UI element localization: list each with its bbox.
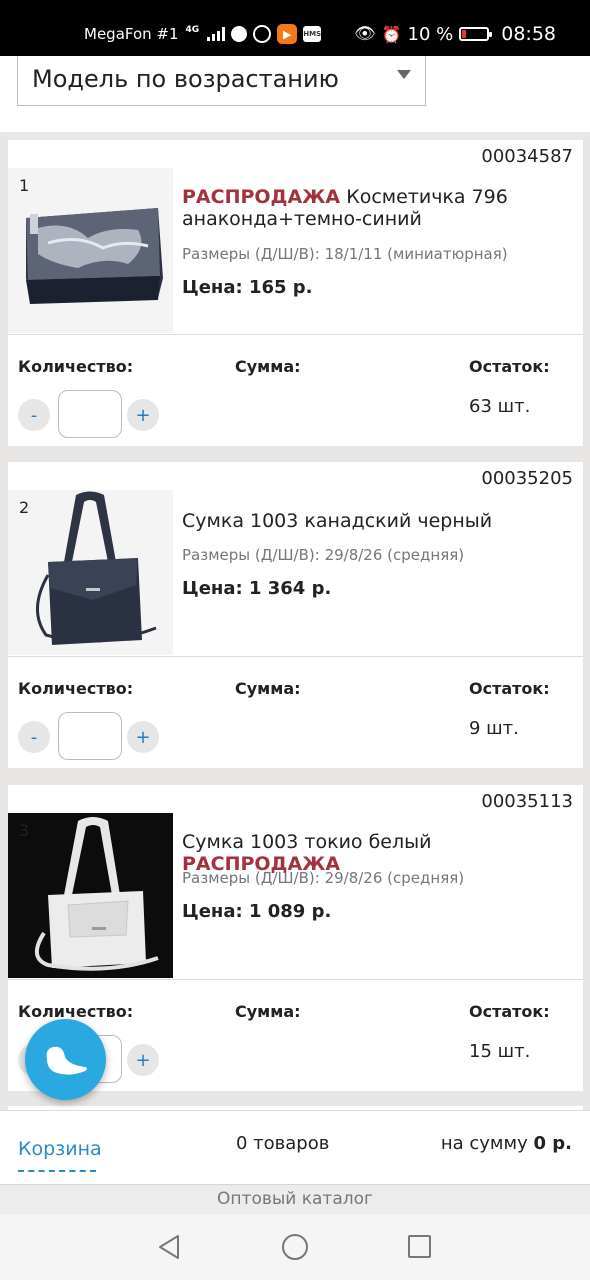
signal-icon: [207, 27, 226, 41]
stock-label: Остаток:: [469, 1002, 550, 1021]
product-sizes: Размеры (Д/Ш/В): 29/8/26 (средняя): [182, 869, 465, 887]
product-card: 00034587 1 РАСПРОДАЖА Косметичка 796 ана…: [8, 140, 583, 446]
product-index: 1: [19, 176, 30, 195]
clock: 08:58: [501, 23, 556, 45]
cart-item-count: 0 товаров: [236, 1133, 330, 1154]
product-price: Цена: 165 р.: [182, 277, 313, 298]
stock-value: 15 шт.: [469, 1041, 531, 1062]
stock-value: 63 шт.: [469, 396, 531, 417]
cart-total-label: на сумму: [440, 1133, 528, 1154]
card-divider: [8, 656, 583, 657]
catalog-bar[interactable]: Оптовый каталог: [0, 1184, 590, 1214]
product-image[interactable]: [8, 168, 173, 333]
status-bar: MegaFon #1 4G ▶ HMS 👁 ⏰ 10 % 08:58: [0, 0, 590, 56]
network-type: 4G: [185, 25, 200, 35]
increase-button[interactable]: +: [127, 721, 159, 753]
product-price: Цена: 1 364 р.: [182, 578, 332, 599]
system-navigation-bar: [0, 1214, 590, 1280]
increase-button[interactable]: +: [127, 1044, 159, 1076]
sort-selected-value: Модель по возрастанию: [32, 65, 339, 93]
sort-area: Модель по возрастанию: [0, 56, 590, 132]
cart-link[interactable]: Корзина: [18, 1138, 102, 1160]
eye-icon: 👁: [353, 24, 376, 44]
cart-bar: Корзина 0 товаров на сумму 0 р.: [0, 1110, 590, 1184]
sale-badge: РАСПРОДАЖА: [182, 186, 341, 208]
battery-icon: [459, 27, 493, 41]
battery-percent: 10 %: [407, 23, 454, 45]
quantity-input[interactable]: [58, 390, 122, 438]
stock-label: Остаток:: [469, 357, 550, 376]
product-index: 2: [19, 498, 30, 517]
product-title[interactable]: Сумка 1003 канадский черный: [182, 510, 577, 532]
chat-bubble-icon: [46, 1046, 87, 1075]
stock-value: 9 шт.: [469, 718, 519, 739]
product-index: 3: [19, 821, 30, 840]
chevron-down-icon: [397, 70, 411, 79]
decrease-button[interactable]: -: [18, 721, 50, 753]
play-icon: ▶: [277, 24, 298, 44]
product-card: 00035205 2 Сумка 1003 канадский черный Р…: [8, 462, 583, 768]
cart-link-underline: [18, 1170, 96, 1172]
status-right: 👁 ⏰ 10 % 08:58: [354, 23, 556, 45]
recent-apps-icon[interactable]: [408, 1235, 431, 1258]
cart-total: на сумму 0 р.: [441, 1133, 572, 1154]
product-name: Сумка 1003 канадский черный: [182, 510, 493, 532]
product-sizes: Размеры (Д/Ш/В): 29/8/26 (средняя): [182, 546, 465, 564]
product-image[interactable]: [8, 813, 173, 978]
quantity-input[interactable]: [58, 712, 122, 760]
hms-icon: HMS: [303, 26, 322, 42]
product-sizes: Размеры (Д/Ш/В): 18/1/11 (миниатюрная): [182, 245, 508, 263]
home-icon[interactable]: [282, 1234, 308, 1260]
card-divider: [8, 334, 583, 335]
quantity-label: Количество:: [18, 679, 134, 698]
product-code: 00035113: [481, 791, 573, 812]
card-divider: [8, 979, 583, 980]
back-icon[interactable]: [157, 1234, 181, 1260]
catalog-label: Оптовый каталог: [217, 1189, 373, 1209]
sum-label: Сумма:: [235, 1002, 301, 1021]
decrease-button[interactable]: -: [18, 399, 50, 431]
product-title[interactable]: РАСПРОДАЖА Косметичка 796 анаконда+темно…: [182, 186, 577, 230]
quantity-label: Количество:: [18, 1002, 134, 1021]
sum-label: Сумма:: [235, 357, 301, 376]
product-image[interactable]: [8, 490, 173, 655]
sum-label: Сумма:: [235, 679, 301, 698]
product-code: 00034587: [481, 146, 573, 167]
quantity-label: Количество:: [18, 357, 134, 376]
sberbank-icon: [231, 26, 248, 42]
status-left: MegaFon #1 4G ▶ HMS: [84, 24, 322, 44]
cart-total-value: 0 р.: [533, 1133, 572, 1154]
chat-button[interactable]: [25, 1019, 106, 1100]
product-name: Сумка 1003 токио белый: [182, 831, 432, 853]
carrier-name: MegaFon #1: [84, 25, 179, 43]
stock-label: Остаток:: [469, 679, 550, 698]
viber-icon: [253, 25, 272, 43]
product-price: Цена: 1 089 р.: [182, 901, 332, 922]
alarm-icon: ⏰: [381, 24, 402, 44]
sort-dropdown[interactable]: Модель по возрастанию: [17, 56, 426, 106]
increase-button[interactable]: +: [127, 399, 159, 431]
product-code: 00035205: [481, 468, 573, 489]
